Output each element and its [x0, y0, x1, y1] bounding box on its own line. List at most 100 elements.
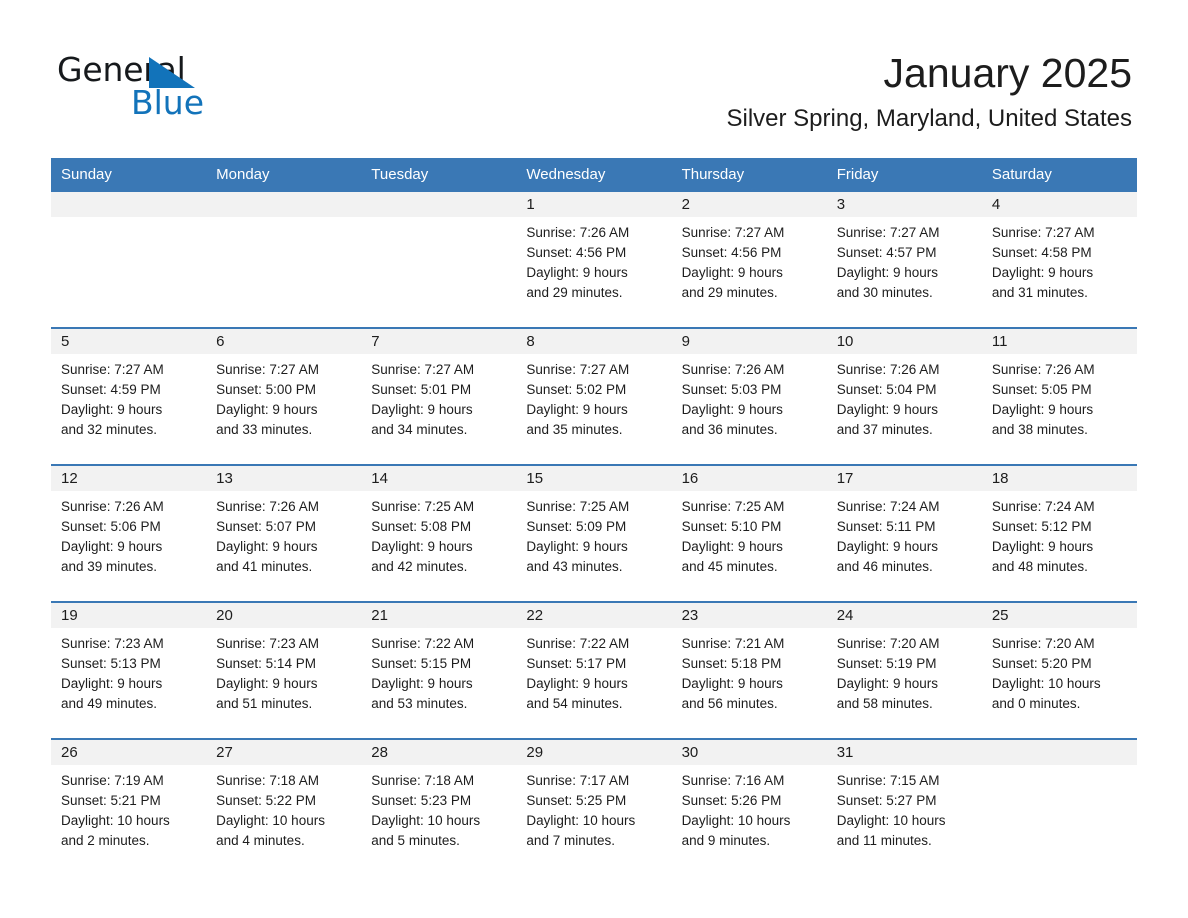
day-details: Sunrise: 7:25 AM Sunset: 5:10 PM Dayligh…: [672, 491, 827, 577]
sunset-text: Sunset: 5:26 PM: [681, 793, 782, 808]
day-cell[interactable]: 21 Sunrise: 7:22 AM Sunset: 5:15 PM Dayl…: [361, 601, 517, 739]
daylight-text-line2: and 48 minutes.: [991, 559, 1088, 574]
day-details: Sunrise: 7:19 AM Sunset: 5:21 PM Dayligh…: [51, 765, 206, 851]
day-cell[interactable]: 9 Sunrise: 7:26 AM Sunset: 5:03 PM Dayli…: [671, 327, 827, 465]
day-cell[interactable]: 17 Sunrise: 7:24 AM Sunset: 5:11 PM Dayl…: [826, 464, 982, 602]
day-details: Sunrise: 7:16 AM Sunset: 5:26 PM Dayligh…: [672, 765, 827, 851]
sunset-text: Sunset: 5:21 PM: [61, 793, 161, 808]
day-cell[interactable]: 18 Sunrise: 7:24 AM Sunset: 5:12 PM Dayl…: [981, 464, 1137, 602]
logo-text-blue: Blue: [131, 83, 205, 122]
day-details: Sunrise: 7:27 AM Sunset: 5:01 PM Dayligh…: [361, 354, 516, 440]
sunrise-text: Sunrise: 7:26 AM: [61, 499, 164, 514]
day-details: Sunrise: 7:24 AM Sunset: 5:11 PM Dayligh…: [827, 491, 982, 577]
day-number: 23: [671, 603, 827, 628]
day-cell[interactable]: 1 Sunrise: 7:26 AM Sunset: 4:56 PM Dayli…: [516, 192, 672, 328]
daylight-text-line1: Daylight: 9 hours: [526, 539, 628, 554]
day-details: Sunrise: 7:20 AM Sunset: 5:19 PM Dayligh…: [827, 628, 982, 714]
week-row: 26 Sunrise: 7:19 AM Sunset: 5:21 PM Dayl…: [51, 738, 1137, 875]
day-cell[interactable]: 16 Sunrise: 7:25 AM Sunset: 5:10 PM Dayl…: [671, 464, 827, 602]
sunset-text: Sunset: 4:57 PM: [836, 245, 937, 260]
day-number: 21: [361, 603, 517, 628]
day-cell[interactable]: 29 Sunrise: 7:17 AM Sunset: 5:25 PM Dayl…: [516, 738, 672, 875]
day-cell[interactable]: 28 Sunrise: 7:18 AM Sunset: 5:23 PM Dayl…: [361, 738, 517, 875]
daylight-text-line1: Daylight: 9 hours: [526, 402, 628, 417]
day-cell[interactable]: 6 Sunrise: 7:27 AM Sunset: 5:00 PM Dayli…: [206, 327, 362, 465]
daylight-text-line2: and 0 minutes.: [991, 696, 1081, 711]
day-number: 31: [826, 740, 982, 765]
day-cell[interactable]: 2 Sunrise: 7:27 AM Sunset: 4:56 PM Dayli…: [671, 192, 827, 328]
day-cell[interactable]: 26 Sunrise: 7:19 AM Sunset: 5:21 PM Dayl…: [51, 738, 207, 875]
day-cell[interactable]: 25 Sunrise: 7:20 AM Sunset: 5:20 PM Dayl…: [981, 601, 1137, 739]
day-cell[interactable]: 20 Sunrise: 7:23 AM Sunset: 5:14 PM Dayl…: [206, 601, 362, 739]
day-number: 22: [516, 603, 672, 628]
day-details: Sunrise: 7:25 AM Sunset: 5:09 PM Dayligh…: [516, 491, 671, 577]
location-subtitle: Silver Spring, Maryland, United States: [726, 105, 1132, 132]
sunrise-text: Sunrise: 7:23 AM: [61, 636, 164, 651]
day-details: Sunrise: 7:25 AM Sunset: 5:08 PM Dayligh…: [361, 491, 516, 577]
sunset-text: Sunset: 4:56 PM: [526, 245, 627, 260]
sunrise-text: Sunrise: 7:27 AM: [216, 362, 319, 377]
day-cell[interactable]: 14 Sunrise: 7:25 AM Sunset: 5:08 PM Dayl…: [361, 464, 517, 602]
daylight-text-line1: Daylight: 10 hours: [371, 813, 481, 828]
day-cell[interactable]: [51, 192, 207, 328]
daylight-text-line2: and 43 minutes.: [526, 559, 623, 574]
daylight-text-line1: Daylight: 10 hours: [216, 813, 325, 828]
day-cell[interactable]: [206, 192, 362, 328]
day-number: 12: [51, 466, 207, 491]
day-number: 24: [826, 603, 982, 628]
day-cell[interactable]: 23 Sunrise: 7:21 AM Sunset: 5:18 PM Dayl…: [671, 601, 827, 739]
day-cell[interactable]: 7 Sunrise: 7:27 AM Sunset: 5:01 PM Dayli…: [361, 327, 517, 465]
daylight-text-line1: Daylight: 9 hours: [526, 676, 628, 691]
sunrise-text: Sunrise: 7:26 AM: [991, 362, 1095, 377]
day-cell[interactable]: 3 Sunrise: 7:27 AM Sunset: 4:57 PM Dayli…: [826, 192, 982, 328]
sunset-text: Sunset: 5:27 PM: [836, 793, 937, 808]
week-row: 12 Sunrise: 7:26 AM Sunset: 5:06 PM Dayl…: [51, 464, 1137, 602]
day-cell[interactable]: 30 Sunrise: 7:16 AM Sunset: 5:26 PM Dayl…: [671, 738, 827, 875]
day-details: Sunrise: 7:26 AM Sunset: 5:05 PM Dayligh…: [982, 354, 1137, 440]
day-cell[interactable]: 19 Sunrise: 7:23 AM Sunset: 5:13 PM Dayl…: [51, 601, 207, 739]
day-details: [982, 765, 1137, 771]
sunrise-text: Sunrise: 7:26 AM: [681, 362, 785, 377]
daylight-text-line2: and 54 minutes.: [526, 696, 623, 711]
day-cell[interactable]: [981, 738, 1137, 875]
day-number: [206, 192, 362, 217]
daylight-text-line2: and 7 minutes.: [526, 833, 615, 848]
day-cell[interactable]: 11 Sunrise: 7:26 AM Sunset: 5:05 PM Dayl…: [981, 327, 1137, 465]
daylight-text-line1: Daylight: 9 hours: [61, 676, 163, 691]
day-cell[interactable]: 24 Sunrise: 7:20 AM Sunset: 5:19 PM Dayl…: [826, 601, 982, 739]
day-cell[interactable]: 5 Sunrise: 7:27 AM Sunset: 4:59 PM Dayli…: [51, 327, 207, 465]
day-cell[interactable]: 22 Sunrise: 7:22 AM Sunset: 5:17 PM Dayl…: [516, 601, 672, 739]
day-cell[interactable]: 13 Sunrise: 7:26 AM Sunset: 5:07 PM Dayl…: [206, 464, 362, 602]
day-details: Sunrise: 7:26 AM Sunset: 5:06 PM Dayligh…: [51, 491, 206, 577]
sunset-text: Sunset: 5:18 PM: [681, 656, 782, 671]
day-cell[interactable]: 4 Sunrise: 7:27 AM Sunset: 4:58 PM Dayli…: [981, 192, 1137, 328]
weekday-header-thursday: Thursday: [671, 158, 827, 192]
daylight-text-line1: Daylight: 9 hours: [681, 676, 783, 691]
calendar-table: Sunday Monday Tuesday Wednesday Thursday…: [51, 158, 1137, 875]
week-row: 1 Sunrise: 7:26 AM Sunset: 4:56 PM Dayli…: [51, 192, 1137, 328]
daylight-text-line1: Daylight: 9 hours: [836, 676, 939, 691]
sunrise-text: Sunrise: 7:20 AM: [991, 636, 1095, 651]
daylight-text-line1: Daylight: 9 hours: [61, 539, 163, 554]
day-number: 26: [51, 740, 207, 765]
sunrise-text: Sunrise: 7:15 AM: [836, 773, 940, 788]
day-cell[interactable]: 27 Sunrise: 7:18 AM Sunset: 5:22 PM Dayl…: [206, 738, 362, 875]
daylight-text-line2: and 58 minutes.: [836, 696, 933, 711]
day-number: 3: [826, 192, 982, 217]
day-number: 5: [51, 329, 207, 354]
daylight-text-line2: and 34 minutes.: [371, 422, 468, 437]
day-cell[interactable]: 31 Sunrise: 7:15 AM Sunset: 5:27 PM Dayl…: [826, 738, 982, 875]
day-details: Sunrise: 7:26 AM Sunset: 5:07 PM Dayligh…: [206, 491, 361, 577]
sunset-text: Sunset: 5:05 PM: [991, 382, 1092, 397]
day-details: Sunrise: 7:26 AM Sunset: 5:03 PM Dayligh…: [672, 354, 827, 440]
day-cell[interactable]: [361, 192, 517, 328]
daylight-text-line2: and 11 minutes.: [836, 833, 932, 848]
sunrise-text: Sunrise: 7:26 AM: [526, 225, 630, 240]
sunrise-text: Sunrise: 7:24 AM: [991, 499, 1095, 514]
sunrise-text: Sunrise: 7:26 AM: [836, 362, 940, 377]
day-cell[interactable]: 12 Sunrise: 7:26 AM Sunset: 5:06 PM Dayl…: [51, 464, 207, 602]
day-cell[interactable]: 15 Sunrise: 7:25 AM Sunset: 5:09 PM Dayl…: [516, 464, 672, 602]
day-cell[interactable]: 10 Sunrise: 7:26 AM Sunset: 5:04 PM Dayl…: [826, 327, 982, 465]
daylight-text-line2: and 45 minutes.: [681, 559, 778, 574]
day-cell[interactable]: 8 Sunrise: 7:27 AM Sunset: 5:02 PM Dayli…: [516, 327, 672, 465]
